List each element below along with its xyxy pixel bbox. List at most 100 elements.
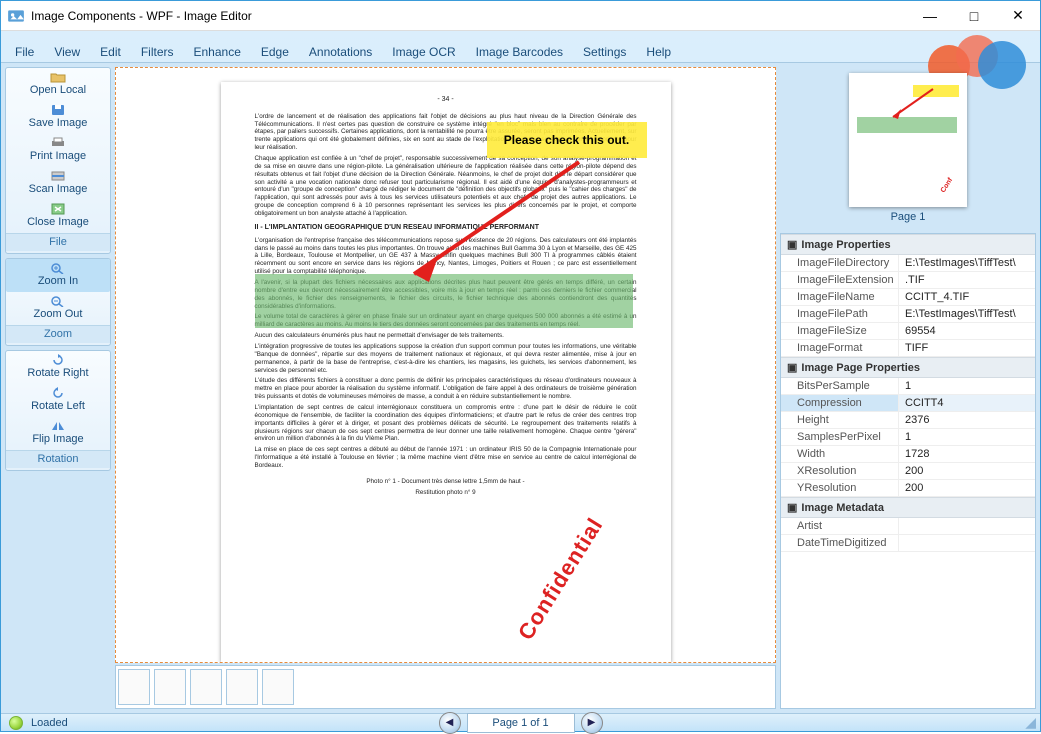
strip-thumb[interactable] xyxy=(226,669,258,705)
page-thumbnail[interactable]: Conf xyxy=(849,73,967,207)
rotate-left-icon xyxy=(50,387,66,399)
print-icon xyxy=(50,137,66,149)
app-icon xyxy=(7,7,25,25)
props-group-meta[interactable]: ▣Image Metadata xyxy=(781,497,1035,518)
close-image-icon xyxy=(50,203,66,215)
property-row[interactable]: CompressionCCITT4 xyxy=(781,395,1035,412)
property-row[interactable]: ImageFormatTIFF xyxy=(781,340,1035,357)
menu-file[interactable]: File xyxy=(7,42,42,62)
zoom-out-button[interactable]: Zoom Out xyxy=(6,292,110,325)
document-page: - 34 - L'ordre de lancement et de réalis… xyxy=(221,82,671,662)
property-row[interactable]: ImageFileNameCCITT_4.TIF xyxy=(781,289,1035,306)
property-value: 1 xyxy=(899,429,1035,445)
menu-view[interactable]: View xyxy=(46,42,88,62)
canvas[interactable]: - 34 - L'ordre de lancement et de réalis… xyxy=(115,67,776,663)
page-indicator[interactable]: Page 1 of 1 xyxy=(467,713,575,733)
property-row[interactable]: Width1728 xyxy=(781,446,1035,463)
property-value: .TIF xyxy=(899,272,1035,288)
rotate-right-button[interactable]: Rotate Right xyxy=(6,351,110,384)
scan-image-button[interactable]: Scan Image xyxy=(6,167,110,200)
strip-thumb[interactable] xyxy=(154,669,186,705)
property-value: 200 xyxy=(899,463,1035,479)
menu-barcodes[interactable]: Image Barcodes xyxy=(468,42,571,62)
property-value xyxy=(899,535,1035,551)
property-value: TIFF xyxy=(899,340,1035,356)
strip-thumb[interactable] xyxy=(190,669,222,705)
zoom-in-button[interactable]: Zoom In xyxy=(6,259,110,292)
sidebar-group-file: File xyxy=(6,233,110,251)
property-row[interactable]: ImageFileDirectoryE:\TestImages\TiffTest… xyxy=(781,255,1035,272)
property-value: 1728 xyxy=(899,446,1035,462)
property-value: 69554 xyxy=(899,323,1035,339)
titlebar: Image Components - WPF - Image Editor ― … xyxy=(1,1,1040,31)
collapse-icon: ▣ xyxy=(787,238,797,251)
property-row[interactable]: Artist xyxy=(781,518,1035,535)
property-key: Compression xyxy=(781,395,899,411)
menu-settings[interactable]: Settings xyxy=(575,42,634,62)
save-image-button[interactable]: Save Image xyxy=(6,101,110,134)
property-value: 1 xyxy=(899,378,1035,394)
save-icon xyxy=(50,104,66,116)
properties-panel[interactable]: ▣Image Properties ImageFileDirectoryE:\T… xyxy=(780,233,1036,709)
next-page-button[interactable]: ▶ xyxy=(581,712,603,734)
menu-edge[interactable]: Edge xyxy=(253,42,297,62)
props-group-image[interactable]: ▣Image Properties xyxy=(781,234,1035,255)
property-key: ImageFilePath xyxy=(781,306,899,322)
menu-ocr[interactable]: Image OCR xyxy=(384,42,463,62)
sidebar-group-rotation: Rotation xyxy=(6,450,110,468)
maximize-button[interactable]: □ xyxy=(952,1,996,30)
rotate-right-icon xyxy=(50,354,66,366)
flip-image-button[interactable]: Flip Image xyxy=(6,417,110,450)
property-row[interactable]: YResolution200 xyxy=(781,480,1035,497)
property-key: SamplesPerPixel xyxy=(781,429,899,445)
property-row[interactable]: SamplesPerPixel1 xyxy=(781,429,1035,446)
prev-page-button[interactable]: ◀ xyxy=(439,712,461,734)
menu-enhance[interactable]: Enhance xyxy=(186,42,249,62)
props-group-page[interactable]: ▣Image Page Properties xyxy=(781,357,1035,378)
menu-edit[interactable]: Edit xyxy=(92,42,129,62)
property-row[interactable]: ImageFilePathE:\TestImages\TiffTest\ xyxy=(781,306,1035,323)
property-row[interactable]: ImageFileSize69554 xyxy=(781,323,1035,340)
property-row[interactable]: DateTimeDigitized xyxy=(781,535,1035,552)
property-value xyxy=(899,518,1035,534)
property-row[interactable]: BitsPerSample1 xyxy=(781,378,1035,395)
property-key: YResolution xyxy=(781,480,899,496)
menu-bar: File View Edit Filters Enhance Edge Anno… xyxy=(1,42,1040,62)
property-row[interactable]: XResolution200 xyxy=(781,463,1035,480)
sidebar: Open Local Save Image Print Image Scan I… xyxy=(1,63,115,713)
property-value: E:\TestImages\TiffTest\ xyxy=(899,306,1035,322)
status-led-icon xyxy=(9,716,23,730)
strip-thumb[interactable] xyxy=(262,669,294,705)
rotate-left-button[interactable]: Rotate Left xyxy=(6,384,110,417)
highlight-green[interactable] xyxy=(255,274,633,328)
folder-open-icon xyxy=(50,71,66,83)
menu-annotations[interactable]: Annotations xyxy=(301,42,380,62)
property-row[interactable]: Height2376 xyxy=(781,412,1035,429)
thumbnail-strip[interactable] xyxy=(115,665,776,709)
property-key: ImageFileSize xyxy=(781,323,899,339)
collapse-icon: ▣ xyxy=(787,361,797,374)
resize-grip-icon[interactable]: ◢ xyxy=(1025,714,1036,731)
print-image-button[interactable]: Print Image xyxy=(6,134,110,167)
menu-help[interactable]: Help xyxy=(638,42,679,62)
close-image-button[interactable]: Close Image xyxy=(6,200,110,233)
property-key: ImageFormat xyxy=(781,340,899,356)
property-key: Artist xyxy=(781,518,899,534)
property-value: 2376 xyxy=(899,412,1035,428)
zoom-out-icon xyxy=(50,295,66,307)
confidential-stamp[interactable]: Confidential xyxy=(512,512,609,645)
menu-filters[interactable]: Filters xyxy=(133,42,182,62)
sidebar-group-zoom: Zoom xyxy=(6,325,110,343)
strip-thumb[interactable] xyxy=(118,669,150,705)
property-key: XResolution xyxy=(781,463,899,479)
property-key: DateTimeDigitized xyxy=(781,535,899,551)
minimize-button[interactable]: ― xyxy=(908,1,952,30)
close-button[interactable]: ✕ xyxy=(996,1,1040,30)
thumbnail-caption: Page 1 xyxy=(891,211,926,223)
note-annotation[interactable]: Please check this out. xyxy=(487,122,647,158)
property-row[interactable]: ImageFileExtension.TIF xyxy=(781,272,1035,289)
property-value: E:\TestImages\TiffTest\ xyxy=(899,255,1035,271)
property-key: Height xyxy=(781,412,899,428)
open-local-button[interactable]: Open Local xyxy=(6,68,110,101)
property-key: Width xyxy=(781,446,899,462)
